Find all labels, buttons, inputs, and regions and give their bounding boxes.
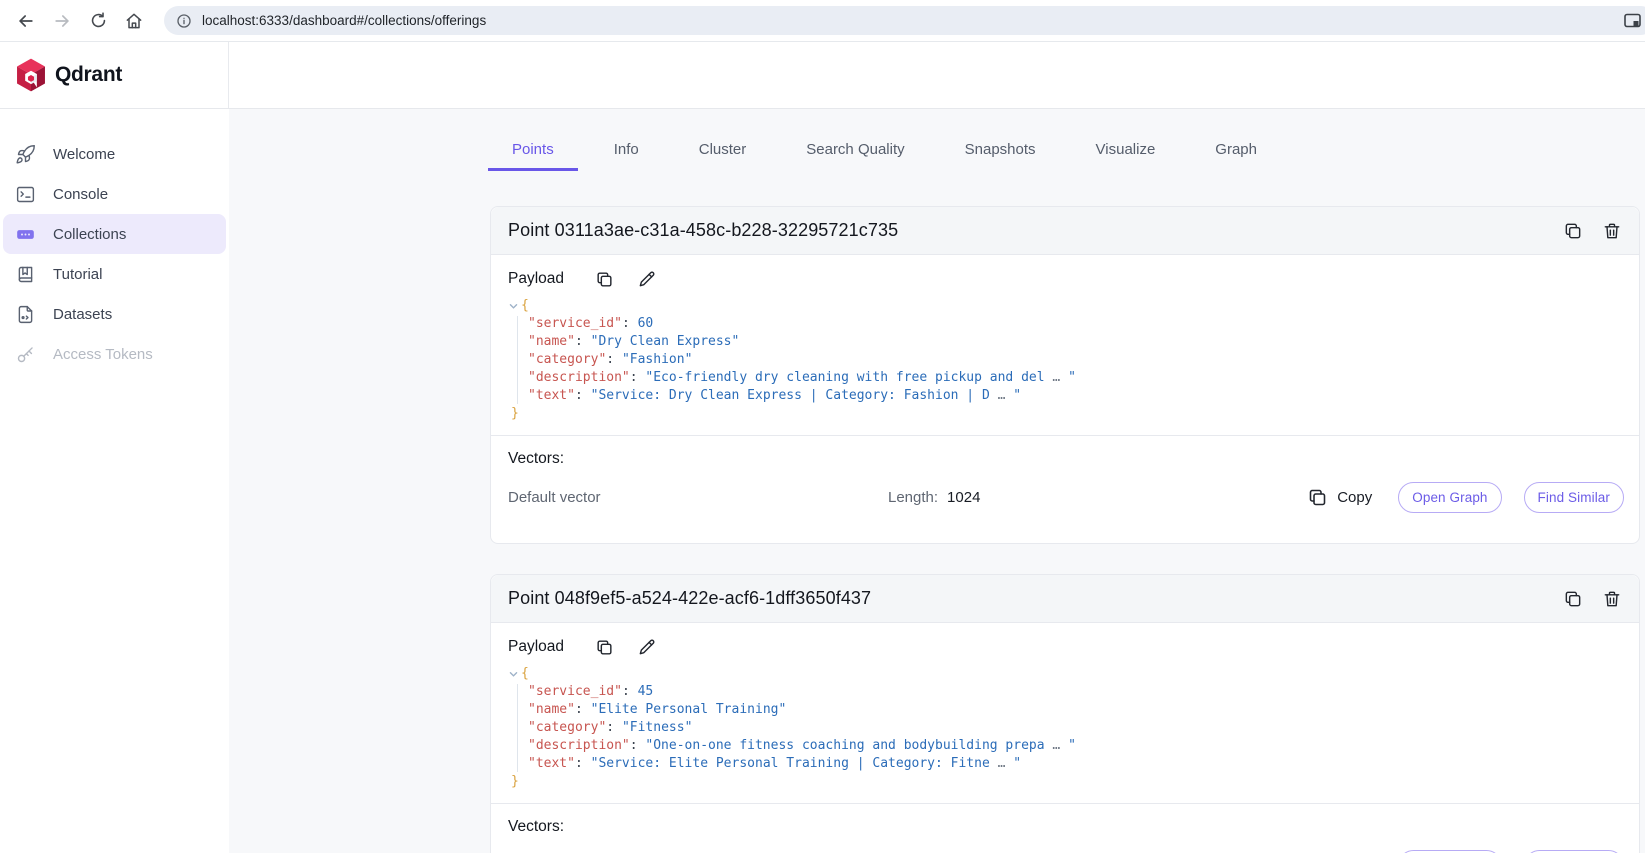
sidebar-item-welcome[interactable]: Welcome: [3, 134, 226, 174]
book-icon: [14, 263, 36, 285]
tab-cluster[interactable]: Cluster: [675, 127, 771, 171]
file-icon: [14, 303, 36, 325]
sidebar-item-label: Access Tokens: [53, 345, 153, 363]
vector-row: Default vector Length: 1024 Copy Open Gr…: [508, 850, 1624, 853]
reload-icon: [91, 12, 105, 28]
tab-search-quality[interactable]: Search Quality: [782, 127, 928, 171]
vector-row: Default vector Length: 1024 Copy Open Gr…: [508, 482, 1624, 513]
sidebar-item-label: Tutorial: [53, 265, 103, 283]
collapse-chevron-icon[interactable]: [509, 303, 519, 310]
json-field: descriptionEco-friendly dry cleaning wit…: [528, 369, 1624, 387]
url-text[interactable]: localhost:6333/dashboard#/collections/of…: [202, 13, 486, 28]
payload-header: Payload: [508, 269, 1624, 289]
collapse-chevron-icon[interactable]: [509, 671, 519, 678]
sidebar-item-label: Datasets: [53, 305, 113, 323]
vector-name: Default vector: [508, 489, 601, 506]
json-close-brace: }: [511, 774, 519, 789]
home-button[interactable]: [118, 5, 150, 37]
json-close-brace: }: [511, 406, 519, 421]
json-field: descriptionOne-on-one fitness coaching a…: [528, 737, 1624, 755]
copy-payload-icon[interactable]: [594, 637, 614, 657]
find-similar-button[interactable]: Find Similar: [1523, 850, 1624, 853]
home-icon: [126, 13, 142, 28]
copy-vector-icon: [1307, 487, 1328, 508]
key-icon: [14, 343, 36, 365]
sidebar-item-label: Welcome: [53, 145, 116, 163]
vector-length-label: Length:: [888, 489, 939, 506]
payload-label: Payload: [508, 638, 565, 655]
copy-vector-button[interactable]: Copy: [1307, 487, 1372, 508]
sidebar-item-tutorial[interactable]: Tutorial: [3, 254, 226, 294]
payload-header: Payload: [508, 637, 1624, 657]
payload-label: Payload: [508, 270, 565, 287]
sidebar-item-console[interactable]: Console: [3, 174, 226, 214]
payload-json: { service_id45 nameElite Personal Traini…: [509, 665, 1624, 791]
forward-arrow-icon: [55, 14, 69, 27]
edit-payload-icon[interactable]: [637, 269, 657, 289]
tab-graph[interactable]: Graph: [1191, 127, 1281, 171]
back-arrow-icon: [19, 14, 33, 27]
tab-visualize[interactable]: Visualize: [1072, 127, 1180, 171]
collection-tabs: Points Info Cluster Search Quality Snaps…: [229, 109, 1645, 171]
url-bar[interactable]: localhost:6333/dashboard#/collections/of…: [164, 6, 1645, 35]
side-panel-icon[interactable]: [1624, 13, 1641, 28]
copy-point-icon[interactable]: [1562, 220, 1584, 242]
point-card: Point 048f9ef5-a524-422e-acf6-1dff3650f4…: [490, 574, 1640, 853]
tab-snapshots[interactable]: Snapshots: [941, 127, 1060, 171]
json-field: nameDry Clean Express: [528, 333, 1624, 351]
sidebar-item-label: Console: [53, 185, 109, 203]
site-info-icon[interactable]: [176, 13, 192, 29]
qdrant-logo-icon: [17, 58, 45, 92]
sidebar-item-access-tokens[interactable]: Access Tokens: [3, 334, 226, 374]
json-field: nameElite Personal Training: [528, 701, 1624, 719]
json-field: service_id45: [528, 683, 1624, 701]
point-title: Point 048f9ef5-a524-422e-acf6-1dff3650f4…: [508, 588, 872, 608]
forward-button[interactable]: [46, 5, 78, 37]
json-open-brace: {: [521, 298, 529, 313]
json-field: textService: Dry Clean Express | Categor…: [528, 387, 1624, 405]
main-content: Points Info Cluster Search Quality Snaps…: [229, 109, 1645, 853]
open-graph-button[interactable]: Open Graph: [1398, 850, 1502, 853]
divider: [491, 435, 1639, 436]
tab-info[interactable]: Info: [590, 127, 663, 171]
json-field: service_id60: [528, 315, 1624, 333]
copy-payload-icon[interactable]: [594, 269, 614, 289]
sidebar-item-datasets[interactable]: Datasets: [3, 294, 226, 334]
terminal-icon: [14, 183, 36, 205]
copy-point-icon[interactable]: [1562, 588, 1584, 610]
json-field: textService: Elite Personal Training | C…: [528, 755, 1624, 773]
sidebar: Welcome Console Collections Tutorial Dat…: [0, 109, 229, 853]
vectors-label: Vectors:: [508, 818, 564, 835]
app-header: Qdrant: [0, 42, 1645, 109]
tab-points[interactable]: Points: [488, 127, 578, 171]
delete-point-icon[interactable]: [1601, 220, 1623, 242]
vector-length-value: 1024: [947, 489, 981, 506]
delete-point-icon[interactable]: [1601, 588, 1623, 610]
json-field: categoryFashion: [528, 351, 1624, 369]
sidebar-item-collections[interactable]: Collections: [3, 214, 226, 254]
copy-vector-label: Copy: [1337, 489, 1373, 506]
find-similar-button[interactable]: Find Similar: [1523, 482, 1624, 513]
edit-payload-icon[interactable]: [637, 637, 657, 657]
point-card: Point 0311a3ae-c31a-458c-b228-32295721c7…: [490, 206, 1640, 544]
reload-button[interactable]: [82, 5, 114, 37]
collections-icon: [14, 223, 36, 245]
open-graph-button[interactable]: Open Graph: [1398, 482, 1502, 513]
payload-json: { service_id60 nameDry Clean Express cat…: [509, 297, 1624, 423]
divider: [491, 803, 1639, 804]
rocket-icon: [14, 143, 36, 165]
browser-toolbar: localhost:6333/dashboard#/collections/of…: [0, 0, 1645, 42]
vectors-label: Vectors:: [508, 450, 564, 467]
point-title: Point 0311a3ae-c31a-458c-b228-32295721c7…: [508, 220, 899, 240]
sidebar-item-label: Collections: [53, 225, 127, 243]
point-card-header: Point 048f9ef5-a524-422e-acf6-1dff3650f4…: [491, 575, 1639, 623]
qdrant-logo-text: Qdrant: [55, 63, 123, 86]
qdrant-logo[interactable]: Qdrant: [0, 42, 229, 108]
back-button[interactable]: [10, 5, 42, 37]
point-card-header: Point 0311a3ae-c31a-458c-b228-32295721c7…: [491, 207, 1639, 255]
json-field: categoryFitness: [528, 719, 1624, 737]
json-open-brace: {: [521, 666, 529, 681]
